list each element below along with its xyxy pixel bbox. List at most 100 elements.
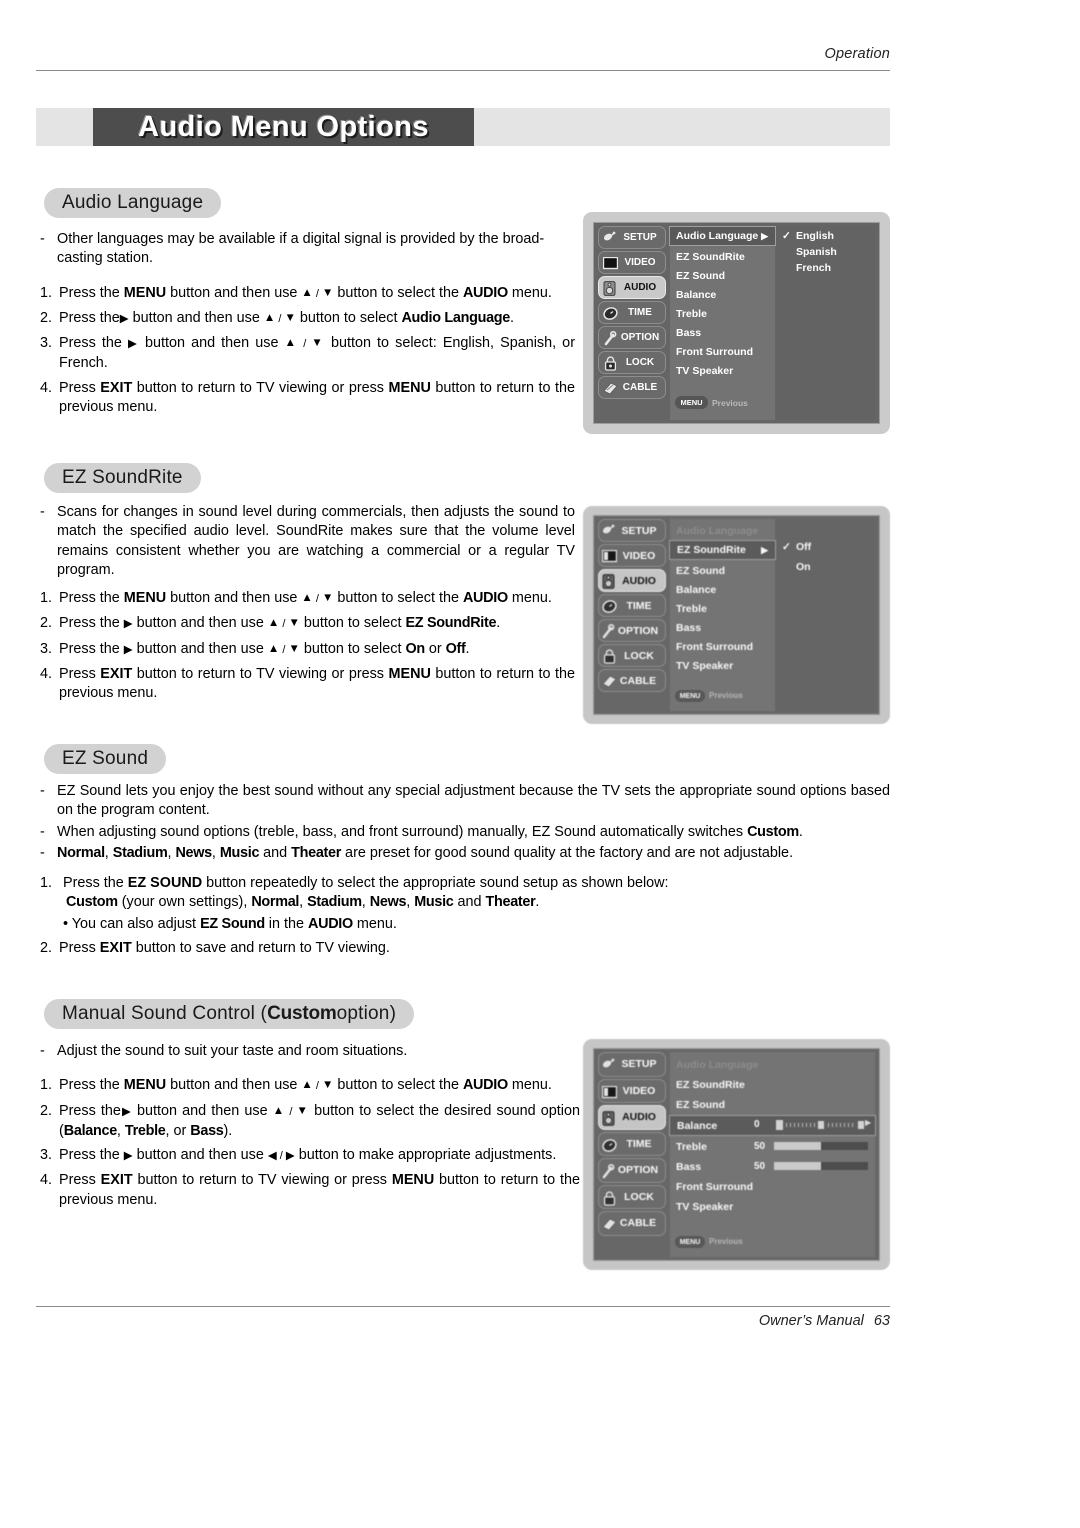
tv-screen-icon: [602, 550, 617, 563]
sidebar-item-lock[interactable]: LOCK: [598, 644, 666, 667]
osd-menu-item-bass[interactable]: Bass: [676, 1157, 701, 1177]
step-item: 1. Press the EZ SOUND button repeatedly …: [40, 874, 890, 893]
dash-marker: -: [40, 823, 45, 840]
sidebar-item-audio[interactable]: AUDIO: [598, 569, 666, 592]
sidebar-item-time[interactable]: TIME: [598, 594, 666, 617]
cable-plug-icon: [601, 1218, 617, 1231]
section-body-manual-sound-control: - Adjust the sound to suit your taste an…: [40, 1042, 580, 1215]
step-item: 4. Press EXIT button to return to TV vie…: [40, 1172, 580, 1208]
step-number: 2.: [40, 309, 53, 326]
osd-option-label: English: [796, 230, 834, 242]
osd-menu-button[interactable]: MENU: [675, 396, 708, 409]
sidebar-item-cable[interactable]: CABLE: [598, 669, 666, 692]
osd-menu-item-audio-language[interactable]: Audio Language ▶: [669, 226, 776, 246]
chevron-right-icon: ▶: [865, 1118, 872, 1127]
sidebar-item-setup[interactable]: SETUP: [598, 519, 666, 542]
treble-value: 50: [754, 1141, 766, 1152]
step-number: 3.: [40, 1147, 53, 1164]
dash-marker: -: [40, 844, 45, 861]
sidebar-item-video[interactable]: VIDEO: [598, 544, 666, 567]
step-number: 3.: [40, 335, 53, 352]
section-body-ez-soundrite: - Scans for changes in sound level durin…: [40, 503, 575, 709]
sidebar-item-cable[interactable]: CABLE: [598, 376, 666, 399]
osd-menu-button[interactable]: MENU: [675, 690, 705, 702]
osd-menu-item-audio-language[interactable]: Audio Language: [676, 521, 758, 540]
osd-menu-item-tv-speaker[interactable]: TV Speaker: [676, 656, 733, 675]
osd-menu-item-label: EZ Sound: [676, 564, 725, 577]
sidebar-item-option[interactable]: OPTION: [598, 1158, 666, 1183]
sidebar-item-video[interactable]: VIDEO: [598, 1078, 666, 1103]
padlock-icon: [604, 356, 617, 371]
osd-menu-item-front-surround[interactable]: Front Surround: [676, 637, 753, 656]
dash-marker: -: [40, 783, 45, 799]
sidebar-item-option[interactable]: OPTION: [598, 619, 666, 642]
osd-menu-item-label: Balance: [676, 288, 717, 301]
osd-option-label: French: [796, 262, 832, 274]
osd-option-french[interactable]: French: [782, 262, 831, 274]
sidebar-item-option[interactable]: OPTION: [598, 326, 666, 349]
osd-menu-item-treble[interactable]: Treble: [676, 304, 707, 323]
osd-menu-item-label: Treble: [676, 1141, 707, 1153]
osd-menu-item-ez-soundrite[interactable]: EZ SoundRite: [676, 247, 745, 266]
osd-menu-list: Audio Language EZ SoundRite ▶ EZ Sound B…: [669, 519, 776, 711]
clock-icon: [602, 599, 617, 614]
osd-menu-item-treble[interactable]: Treble: [676, 599, 707, 618]
osd-menu-item-label: Audio Language: [676, 1059, 759, 1071]
bullet-text: When adjusting sound options (treble, ba…: [57, 823, 803, 840]
sidebar-item-audio[interactable]: AUDIO: [598, 1105, 666, 1130]
osd-option-on[interactable]: On: [782, 561, 811, 573]
cable-plug-icon: [602, 382, 618, 395]
osd-option-english[interactable]: ✓ English: [782, 230, 834, 242]
sidebar-item-video[interactable]: VIDEO: [598, 251, 666, 274]
bullet-item: - Scans for changes in sound level durin…: [40, 503, 575, 580]
treble-slider[interactable]: [774, 1142, 868, 1150]
osd-option-off[interactable]: ✓ Off: [782, 541, 811, 553]
osd-menu-item-front-surround[interactable]: Front Surround: [676, 342, 753, 361]
sidebar-item-lock[interactable]: LOCK: [598, 351, 666, 374]
osd-manual-sound: SETUP VIDEO AUDIO TIME OPTION LOCK CABLE…: [583, 1039, 890, 1270]
sidebar-item-time[interactable]: TIME: [598, 1131, 666, 1156]
osd-menu-item-front-surround[interactable]: Front Surround: [676, 1177, 753, 1197]
sidebar-item-time[interactable]: TIME: [598, 301, 666, 324]
osd-menu-item-treble[interactable]: Treble: [676, 1137, 707, 1157]
osd-menu-item-ez-soundrite[interactable]: EZ SoundRite: [676, 1075, 745, 1095]
step-item: 2. Press EXIT button to save and return …: [40, 939, 890, 958]
section-heading-ez-soundrite: EZ SoundRite: [44, 463, 201, 493]
speaker-icon: [602, 1111, 616, 1126]
bullet-text: EZ Sound lets you enjoy the best sound w…: [57, 783, 890, 819]
sidebar-item-setup[interactable]: SETUP: [598, 1052, 666, 1077]
osd-menu-item-tv-speaker[interactable]: TV Speaker: [676, 361, 733, 380]
osd-menu-item-ez-sound[interactable]: EZ Sound: [676, 266, 725, 285]
osd-menu-item-tv-speaker[interactable]: TV Speaker: [676, 1197, 733, 1217]
check-icon: ✓: [782, 230, 791, 242]
osd-menu-button[interactable]: MENU: [675, 1236, 705, 1248]
osd-menu-item-ez-soundrite[interactable]: EZ SoundRite ▶: [669, 540, 776, 560]
sidebar-item-cable[interactable]: CABLE: [598, 1211, 666, 1236]
tv-screen-icon: [602, 1085, 617, 1099]
bullet-text: Other languages may be available if a di…: [57, 231, 545, 267]
osd-sidebar: SETUP VIDEO AUDIO TIME OPTION LOCK CABLE: [598, 1052, 666, 1238]
sidebar-item-audio[interactable]: AUDIO: [598, 276, 666, 299]
osd-menu-item-balance[interactable]: Balance: [676, 580, 716, 599]
osd-menu-item-label: Bass: [676, 1161, 702, 1173]
osd-menu-item-label: Balance: [676, 583, 717, 596]
osd-menu-item-audio-language[interactable]: Audio Language: [676, 1055, 758, 1075]
manual-page: Operation Audio Menu Options Audio Langu…: [0, 0, 1080, 1528]
osd-menu-list: Audio Language EZ SoundRite EZ Sound Bal…: [669, 1052, 876, 1257]
osd-menu-item-balance[interactable]: Balance: [676, 285, 716, 304]
bullet-text: Normal, Stadium, News, Music and Theater…: [57, 844, 794, 861]
dash-marker: -: [40, 1043, 45, 1059]
osd-screen: SETUP VIDEO AUDIO TIME OPTION LOCK CABLE…: [593, 1048, 880, 1261]
sidebar-item-setup[interactable]: SETUP: [598, 226, 666, 249]
bass-slider[interactable]: [774, 1162, 868, 1170]
section-heading-prefix: Manual Sound Control (: [62, 1003, 268, 1024]
osd-option-spanish[interactable]: Spanish: [782, 246, 837, 258]
osd-menu-item-bass[interactable]: Bass: [676, 323, 701, 342]
osd-menu-item-ez-sound[interactable]: EZ Sound: [676, 561, 725, 580]
step-item: 3. Press the ▶ button and then use ◀ / ▶…: [40, 1146, 580, 1166]
osd-menu-item-ez-sound[interactable]: EZ Sound: [676, 1095, 725, 1115]
balance-slider[interactable]: ▶: [776, 1118, 872, 1130]
step-item: 3. Press the ▶ button and then use ▲ / ▼…: [40, 335, 575, 372]
osd-menu-item-bass[interactable]: Bass: [676, 618, 701, 637]
sidebar-item-lock[interactable]: LOCK: [598, 1184, 666, 1209]
